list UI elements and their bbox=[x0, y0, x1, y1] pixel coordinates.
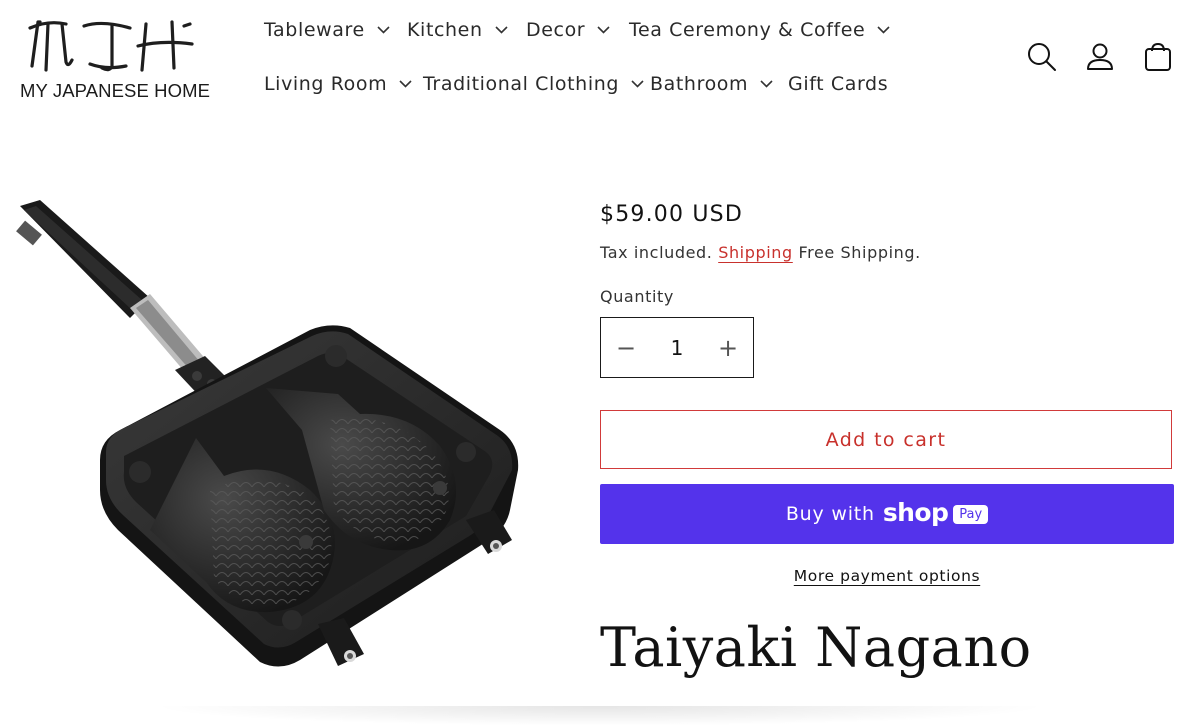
product-image[interactable] bbox=[0, 190, 560, 690]
quantity-stepper: − + bbox=[600, 317, 754, 378]
account-icon bbox=[1087, 43, 1113, 70]
nav-item-label: Kitchen bbox=[407, 19, 483, 41]
account-button[interactable] bbox=[1083, 40, 1117, 74]
search-button[interactable] bbox=[1025, 40, 1059, 74]
buy-with-label: Buy with bbox=[785, 503, 875, 525]
mjh-brush-logo-icon bbox=[28, 20, 194, 72]
nav-item-living-room[interactable]: Living Room bbox=[264, 73, 412, 95]
chevron-down-icon bbox=[495, 26, 508, 34]
search-icon bbox=[1028, 43, 1056, 71]
cart-button[interactable] bbox=[1141, 40, 1175, 74]
nav-item-tableware[interactable]: Tableware bbox=[264, 19, 390, 41]
quantity-decrease-button[interactable]: − bbox=[601, 318, 651, 377]
product-price: $59.00 USD bbox=[600, 202, 743, 227]
chevron-down-icon bbox=[597, 26, 610, 34]
more-payment-options-label: More payment options bbox=[793, 567, 981, 585]
chevron-down-icon bbox=[877, 26, 890, 34]
nav-item-gift-cards[interactable]: Gift Cards bbox=[788, 73, 888, 95]
nav-item-label: Bathroom bbox=[650, 73, 749, 95]
nav-item-tea-ceremony-coffee[interactable]: Tea Ceremony & Coffee bbox=[629, 19, 890, 41]
buy-with-shop-pay-button[interactable]: Buy with shop Pay bbox=[600, 484, 1174, 544]
nav-item-decor[interactable]: Decor bbox=[526, 19, 610, 41]
logo-text: MY JAPANESE HOME bbox=[20, 80, 211, 101]
quantity-increase-button[interactable]: + bbox=[703, 318, 753, 377]
quantity-input[interactable] bbox=[651, 318, 703, 377]
taiyaki-pan-image bbox=[16, 200, 519, 667]
nav-item-label: Decor bbox=[526, 19, 586, 41]
nav-item-label: Traditional Clothing bbox=[423, 73, 620, 95]
more-payment-options-link[interactable]: More payment options bbox=[600, 567, 1174, 585]
footer-shadow bbox=[150, 706, 1050, 726]
nav-item-kitchen[interactable]: Kitchen bbox=[407, 19, 508, 41]
tax-shipping-line: Tax included. Shipping Free Shipping. bbox=[600, 243, 921, 262]
nav-item-traditional-clothing[interactable]: Traditional Clothing bbox=[423, 73, 644, 95]
add-to-cart-button[interactable]: Add to cart bbox=[600, 410, 1172, 469]
site-logo[interactable]: MY JAPANESE HOME bbox=[18, 14, 210, 101]
chevron-down-icon bbox=[377, 26, 390, 34]
chevron-down-icon bbox=[760, 80, 773, 88]
nav-item-label: Gift Cards bbox=[788, 73, 889, 95]
nav-item-label: Tea Ceremony & Coffee bbox=[629, 19, 866, 41]
chevron-down-icon bbox=[631, 80, 644, 88]
nav-item-bathroom[interactable]: Bathroom bbox=[650, 73, 773, 95]
cart-icon bbox=[1145, 42, 1171, 71]
pay-badge: Pay bbox=[953, 504, 989, 524]
tax-included-text: Tax included. bbox=[600, 243, 713, 262]
shop-pay-logo: shop bbox=[882, 497, 949, 527]
quantity-label: Quantity bbox=[600, 287, 674, 306]
chevron-down-icon bbox=[399, 80, 412, 88]
nav-item-label: Tableware bbox=[264, 19, 365, 41]
free-shipping-text: Free Shipping. bbox=[798, 243, 921, 262]
shipping-link[interactable]: Shipping bbox=[718, 243, 793, 262]
product-title: Taiyaki Nagano bbox=[600, 616, 1032, 679]
nav-item-label: Living Room bbox=[264, 73, 388, 95]
